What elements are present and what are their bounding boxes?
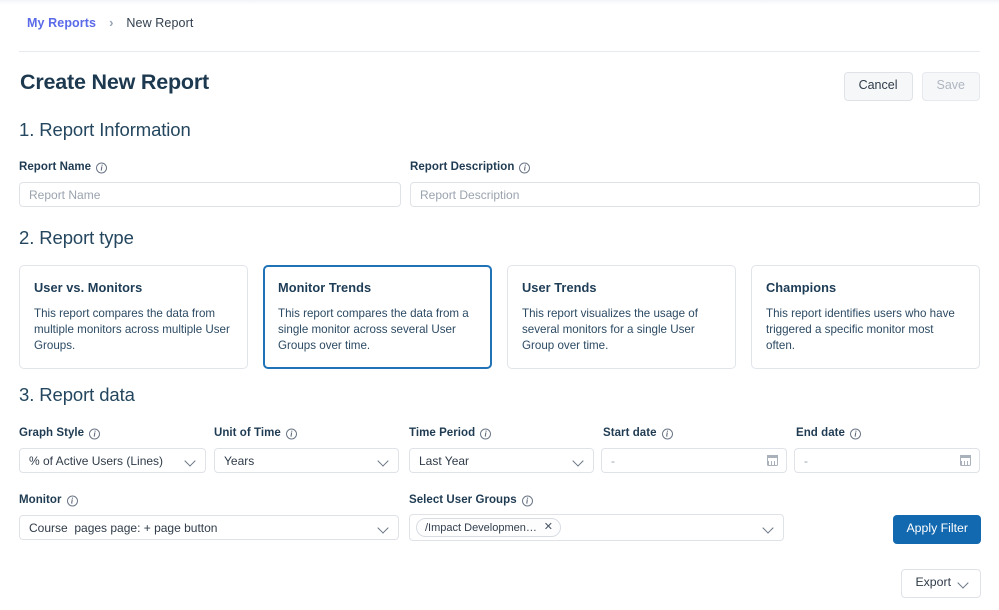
end-date-field[interactable]: - (794, 448, 980, 473)
page-title-row: Create New Report Cancel Save (19, 70, 980, 104)
card-description: This report identifies users who have tr… (766, 306, 965, 354)
breadcrumb-separator-icon: › (109, 16, 113, 29)
select-user-groups-select[interactable]: /Impact Development (Su... ✕ (409, 514, 784, 541)
report-name-input[interactable] (19, 182, 401, 207)
info-icon[interactable]: i (89, 428, 100, 439)
breadcrumb-current-new-report: New Report (126, 16, 193, 30)
label-end-date-text: End date (796, 427, 845, 439)
start-date-field[interactable]: - (601, 448, 787, 473)
label-report-description-text: Report Description (410, 161, 514, 173)
breadcrumb-link-my-reports[interactable]: My Reports (27, 16, 96, 30)
report-type-card-champions[interactable]: Champions This report identifies users w… (751, 265, 980, 369)
chevron-down-icon (958, 577, 969, 588)
label-start-date-text: Start date (603, 427, 657, 439)
user-group-chip[interactable]: /Impact Development (Su... ✕ (416, 518, 561, 537)
export-button[interactable]: Export (901, 569, 981, 598)
info-icon[interactable]: i (67, 495, 78, 506)
report-type-card-monitor-trends[interactable]: Monitor Trends This report compares the … (263, 265, 492, 369)
unit-of-time-value: Years (224, 454, 370, 468)
report-type-card-user-trends[interactable]: User Trends This report visualizes the u… (507, 265, 736, 369)
section-heading-report-type: 2. Report type (19, 227, 134, 249)
page-title: Create New Report (20, 70, 209, 95)
create-new-report-page: My Reports › New Report Create New Repor… (0, 0, 999, 610)
close-icon[interactable]: ✕ (544, 522, 553, 533)
chevron-down-icon (185, 455, 196, 466)
save-button[interactable]: Save (922, 72, 981, 101)
calendar-icon[interactable] (767, 455, 778, 466)
card-title: User Trends (522, 280, 721, 295)
card-description: This report visualizes the usage of seve… (522, 306, 721, 354)
info-icon[interactable]: i (480, 428, 491, 439)
header-actions: Cancel Save (844, 72, 980, 101)
label-time-period-text: Time Period (409, 427, 475, 439)
export-button-label: Export (915, 576, 951, 590)
graph-style-value: % of Active Users (Lines) (29, 454, 177, 468)
label-select-user-groups-text: Select User Groups (409, 494, 517, 506)
label-monitor: Monitor i (19, 494, 78, 506)
monitor-select[interactable]: Course pages page: + page button (19, 515, 399, 540)
label-end-date: End date i (796, 427, 861, 439)
card-title: Champions (766, 280, 965, 295)
header-divider (19, 51, 980, 52)
chevron-down-icon (763, 522, 774, 533)
calendar-icon[interactable] (960, 455, 971, 466)
info-icon[interactable]: i (850, 428, 861, 439)
graph-style-select[interactable]: % of Active Users (Lines) (19, 448, 206, 473)
label-start-date: Start date i (603, 427, 673, 439)
label-graph-style: Graph Style i (19, 427, 100, 439)
report-type-card-user-vs-monitors[interactable]: User vs. Monitors This report compares t… (19, 265, 248, 369)
report-description-input[interactable] (410, 182, 980, 207)
time-period-select[interactable]: Last Year (409, 448, 594, 473)
cancel-button[interactable]: Cancel (844, 72, 913, 101)
card-title: Monitor Trends (278, 280, 477, 295)
report-type-card-list: User vs. Monitors This report compares t… (19, 265, 980, 369)
label-report-description: Report Description i (410, 161, 530, 173)
info-icon[interactable]: i (286, 428, 297, 439)
section-heading-report-data: 3. Report data (19, 384, 135, 406)
apply-filter-button[interactable]: Apply Filter (893, 515, 981, 544)
card-title: User vs. Monitors (34, 280, 233, 295)
card-description: This report compares the data from a sin… (278, 306, 477, 354)
label-select-user-groups: Select User Groups i (409, 494, 533, 506)
time-period-value: Last Year (419, 454, 565, 468)
info-icon[interactable]: i (96, 162, 107, 173)
label-report-name: Report Name i (19, 161, 107, 173)
info-icon[interactable]: i (522, 495, 533, 506)
chevron-down-icon (573, 455, 584, 466)
breadcrumb: My Reports › New Report (27, 16, 193, 30)
user-group-chip-label: /Impact Development (Su... (425, 522, 538, 534)
chevron-down-icon (378, 455, 389, 466)
label-report-name-text: Report Name (19, 161, 91, 173)
label-graph-style-text: Graph Style (19, 427, 84, 439)
info-icon[interactable]: i (662, 428, 673, 439)
label-unit-of-time: Unit of Time i (214, 427, 297, 439)
top-gradient-band (0, 0, 999, 5)
card-description: This report compares the data from multi… (34, 306, 233, 354)
monitor-value: Course pages page: + page button (29, 521, 370, 535)
label-monitor-text: Monitor (19, 494, 62, 506)
chevron-down-icon (378, 522, 389, 533)
label-unit-of-time-text: Unit of Time (214, 427, 281, 439)
label-time-period: Time Period i (409, 427, 491, 439)
info-icon[interactable]: i (519, 162, 530, 173)
start-date-value: - (611, 454, 767, 468)
end-date-value: - (804, 454, 960, 468)
unit-of-time-select[interactable]: Years (214, 448, 399, 473)
section-heading-report-information: 1. Report Information (19, 119, 191, 141)
